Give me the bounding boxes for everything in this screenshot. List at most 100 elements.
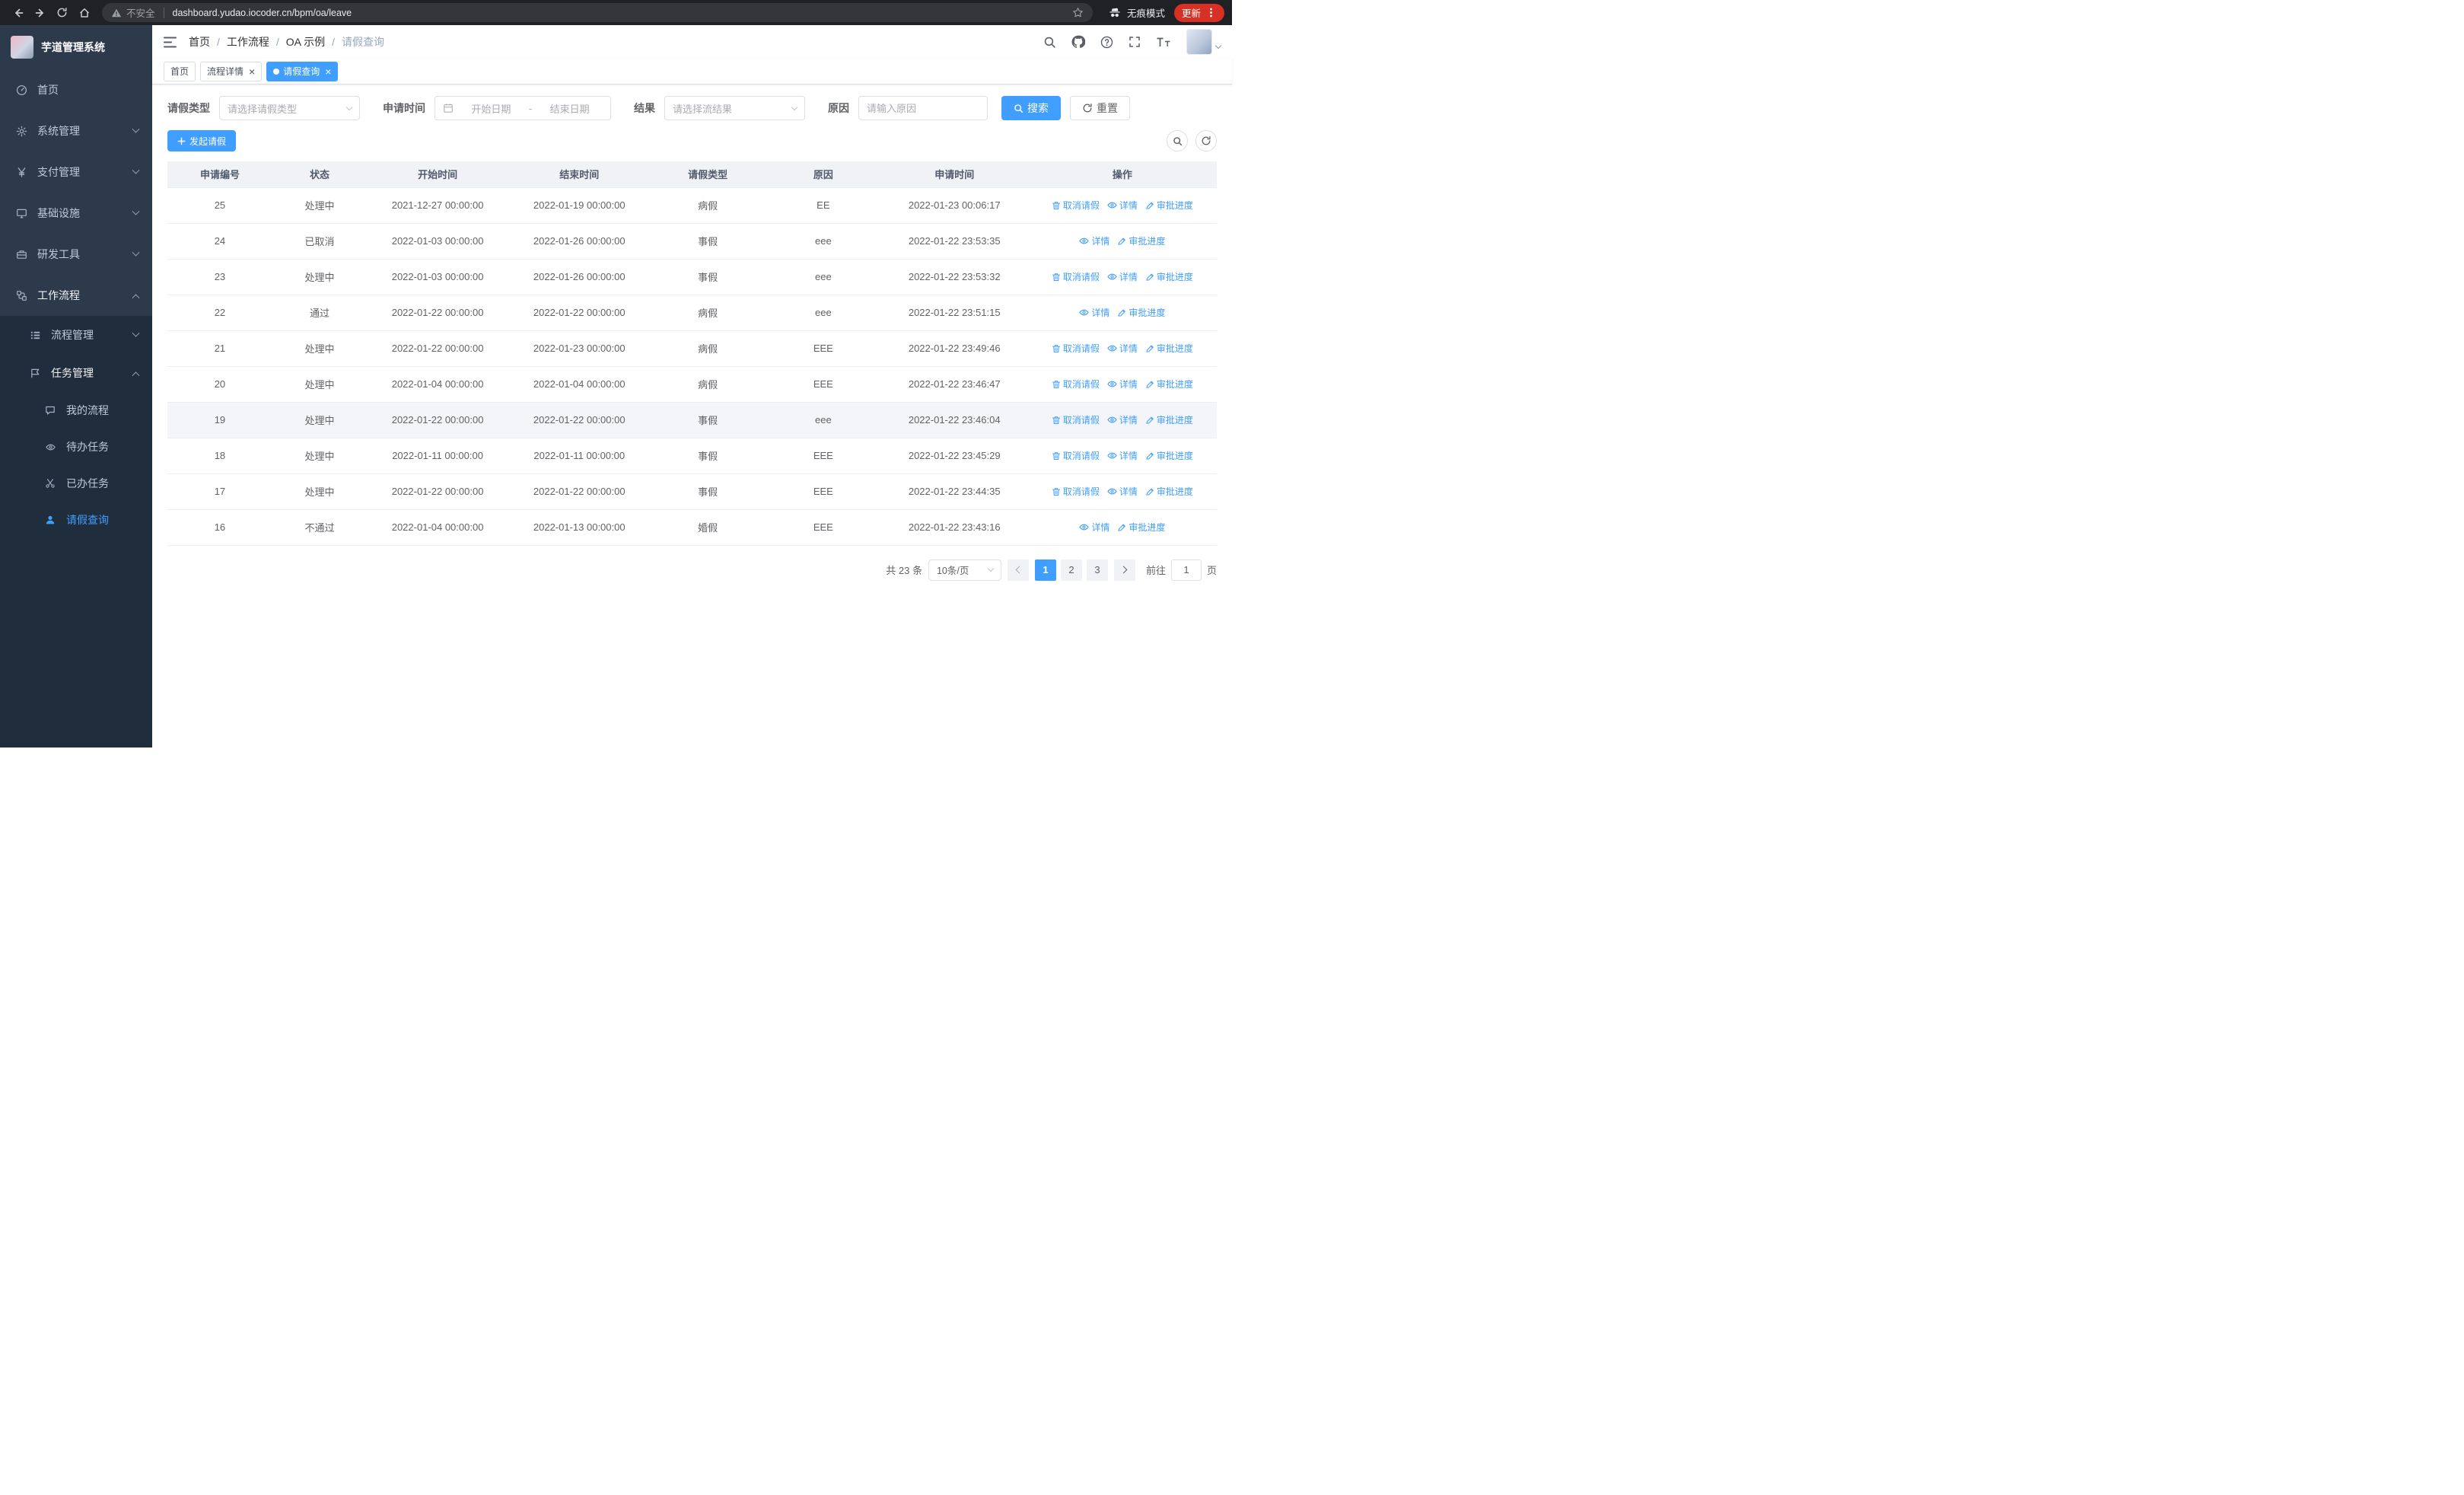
next-page-button[interactable] <box>1113 559 1135 581</box>
detail-action-link[interactable]: 详情 <box>1107 342 1138 355</box>
detail-action-link[interactable]: 详情 <box>1107 485 1138 498</box>
search-icon[interactable] <box>1043 36 1056 49</box>
sidebar-item-my-process[interactable]: 我的流程 <box>0 392 152 429</box>
eye-icon <box>1079 522 1090 532</box>
page-button-3[interactable]: 3 <box>1086 559 1108 581</box>
gear-icon <box>14 126 29 137</box>
eye-icon <box>43 442 58 452</box>
cancel-action-link[interactable]: 取消请假 <box>1052 342 1100 355</box>
refresh-icon <box>1082 103 1093 113</box>
detail-action-link[interactable]: 详情 <box>1107 449 1138 462</box>
progress-action-link[interactable]: 审批进度 <box>1145 449 1193 462</box>
result-select[interactable]: 请选择流结果 <box>664 96 805 120</box>
refresh-table-button[interactable] <box>1195 130 1217 151</box>
user-icon <box>43 515 58 525</box>
github-icon[interactable] <box>1071 35 1085 49</box>
bookmark-star-icon[interactable] <box>1072 7 1084 18</box>
search-button[interactable]: 搜索 <box>1001 96 1061 120</box>
help-icon[interactable] <box>1100 36 1113 49</box>
eye-icon <box>1079 236 1090 246</box>
trash-icon <box>1052 487 1061 496</box>
sidebar-item-payment[interactable]: 支付管理 <box>0 151 152 193</box>
sidebar-item-task-mgmt[interactable]: 任务管理 <box>0 354 152 392</box>
start-time-cell: 2022-01-04 00:00:00 <box>367 509 509 546</box>
logo[interactable]: 芋道管理系统 <box>0 25 152 69</box>
progress-action-link[interactable]: 审批进度 <box>1145 485 1193 498</box>
detail-action-link[interactable]: 详情 <box>1107 199 1138 212</box>
start-time-cell: 2022-01-03 00:00:00 <box>367 223 509 260</box>
progress-action-link[interactable]: 审批进度 <box>1145 342 1193 355</box>
page-size-select[interactable]: 10条/页 <box>928 559 1001 581</box>
cancel-action-link[interactable]: 取消请假 <box>1052 270 1100 283</box>
warning-icon <box>111 8 122 18</box>
address-bar[interactable]: 不安全 dashboard.yudao.iocoder.cn/bpm/oa/le… <box>102 3 1093 22</box>
page-button-1[interactable]: 1 <box>1034 559 1056 581</box>
progress-action-link[interactable]: 审批进度 <box>1117 234 1165 247</box>
tab-leave-query[interactable]: 请假查询 × <box>266 61 339 81</box>
tab-process-detail[interactable]: 流程详情 × <box>200 61 263 81</box>
actions-cell: 取消请假 详情 审批进度 <box>1027 366 1217 403</box>
detail-action-link[interactable]: 详情 <box>1079 234 1109 247</box>
font-size-icon[interactable] <box>1156 37 1171 48</box>
goto-page-input[interactable] <box>1170 559 1202 581</box>
cancel-action-link[interactable]: 取消请假 <box>1052 199 1100 212</box>
cancel-action-link[interactable]: 取消请假 <box>1052 378 1100 390</box>
progress-action-link[interactable]: 审批进度 <box>1145 378 1193 390</box>
breadcrumb-item[interactable]: OA 示例 <box>286 34 325 49</box>
reset-button[interactable]: 重置 <box>1070 96 1130 120</box>
tab-close-icon[interactable]: × <box>325 66 331 77</box>
reason-input[interactable] <box>858 96 988 120</box>
progress-action-link[interactable]: 审批进度 <box>1145 413 1193 426</box>
sidebar-item-process-mgmt[interactable]: 流程管理 <box>0 316 152 354</box>
leave-type-select[interactable]: 请选择请假类型 <box>219 96 360 120</box>
breadcrumb-item[interactable]: 工作流程 <box>227 34 269 49</box>
cancel-action-link[interactable]: 取消请假 <box>1052 449 1100 462</box>
sidebar-item-devtools[interactable]: 研发工具 <box>0 234 152 275</box>
reload-icon[interactable] <box>52 2 72 23</box>
tab-label: 流程详情 <box>207 66 244 77</box>
progress-action-link[interactable]: 审批进度 <box>1117 521 1165 534</box>
sidebar-item-todo-task[interactable]: 待办任务 <box>0 429 152 465</box>
end-time-cell: 2022-01-26 00:00:00 <box>508 223 651 260</box>
cancel-action-link[interactable]: 取消请假 <box>1052 485 1100 498</box>
page-content: 请假类型 请选择请假类型 申请时间 开始日期 - 结束日期 结果 请选择流结果 … <box>152 84 1232 748</box>
sidebar-item-workflow[interactable]: 工作流程 <box>0 275 152 316</box>
edit-icon <box>1117 308 1126 317</box>
money-icon <box>14 167 29 178</box>
tools-icon <box>14 249 29 260</box>
sidebar-item-home[interactable]: 首页 <box>0 69 152 110</box>
breadcrumb-item[interactable]: 首页 <box>189 34 210 49</box>
create-leave-button[interactable]: 发起请假 <box>167 130 237 151</box>
sidebar-item-leave-query[interactable]: 请假查询 <box>0 502 152 538</box>
menu-dots-icon[interactable] <box>1205 7 1217 18</box>
progress-action-link[interactable]: 审批进度 <box>1145 270 1193 283</box>
detail-action-link[interactable]: 详情 <box>1107 378 1138 390</box>
prev-page-button[interactable] <box>1007 559 1029 581</box>
detail-action-link[interactable]: 详情 <box>1079 306 1109 319</box>
apply-no-cell: 22 <box>167 295 272 331</box>
user-menu[interactable] <box>1186 29 1222 55</box>
page-button-2[interactable]: 2 <box>1060 559 1082 581</box>
sidebar-item-system[interactable]: 系统管理 <box>0 110 152 151</box>
apply-time-range-picker[interactable]: 开始日期 - 结束日期 <box>435 96 611 120</box>
chevron-down-icon <box>132 166 140 174</box>
fullscreen-icon[interactable] <box>1129 36 1141 48</box>
progress-action-link[interactable]: 审批进度 <box>1117 306 1165 319</box>
toggle-search-button[interactable] <box>1167 130 1188 151</box>
sidebar-item-infra[interactable]: 基础设施 <box>0 193 152 234</box>
detail-action-link[interactable]: 详情 <box>1107 270 1138 283</box>
sidebar-toggle-button[interactable] <box>164 37 177 48</box>
detail-action-link[interactable]: 详情 <box>1079 521 1109 534</box>
home-icon[interactable] <box>74 2 94 23</box>
cancel-action-link[interactable]: 取消请假 <box>1052 413 1100 426</box>
end-time-cell: 2022-01-26 00:00:00 <box>508 259 651 295</box>
detail-action-link[interactable]: 详情 <box>1107 413 1138 426</box>
update-button[interactable]: 更新 <box>1173 3 1224 22</box>
forward-icon[interactable] <box>30 2 50 23</box>
progress-action-link[interactable]: 审批进度 <box>1145 199 1193 212</box>
sidebar-item-done-task[interactable]: 已办任务 <box>0 465 152 502</box>
tab-home[interactable]: 首页 <box>164 61 196 81</box>
leave-type-cell: 事假 <box>650 223 766 260</box>
tab-close-icon[interactable]: × <box>249 66 255 77</box>
back-icon[interactable] <box>8 2 28 23</box>
